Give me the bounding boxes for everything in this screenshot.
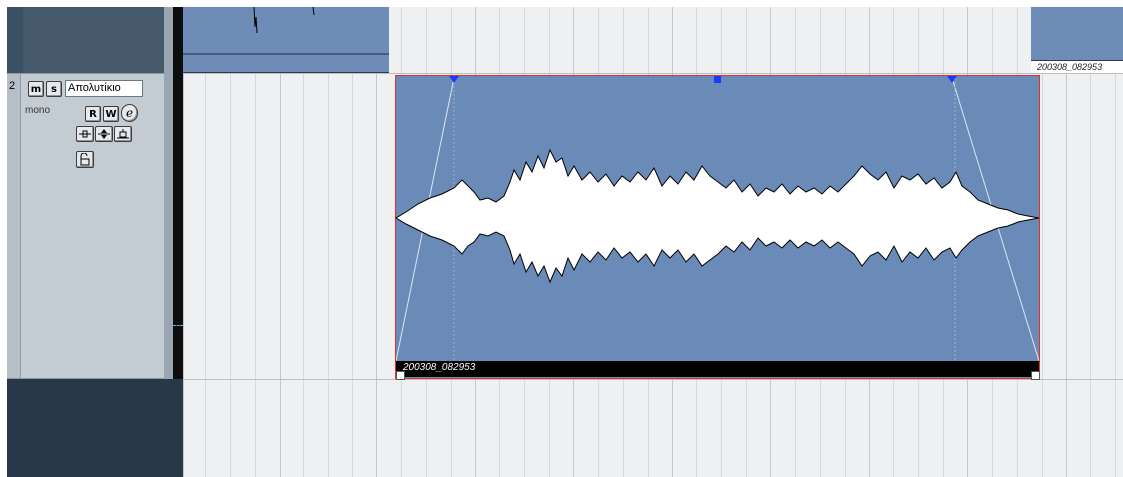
event-name-label: 200308_082953 xyxy=(1031,60,1123,73)
upper-track-audio-event-right[interactable]: 200308_082953 xyxy=(1031,7,1123,73)
read-automation-button[interactable]: R xyxy=(85,106,101,122)
track-list-divider[interactable] xyxy=(164,7,173,379)
upper-track-audio-event[interactable] xyxy=(183,7,389,73)
audio-waveform xyxy=(396,77,1039,361)
track-name-field[interactable]: Απολυτίκιο xyxy=(65,80,143,97)
lock-icon xyxy=(80,153,90,166)
lock-button[interactable] xyxy=(76,151,94,168)
empty-track-list-area xyxy=(7,379,183,477)
insert-button[interactable] xyxy=(114,126,132,142)
upper-event-waveform xyxy=(183,7,389,55)
track-list-upper-area xyxy=(7,7,164,73)
event-name-bar: 200308_082953 xyxy=(396,361,1039,377)
event-name-label: 200308_082953 xyxy=(403,362,476,373)
channel-mode-label: mono xyxy=(25,105,51,116)
resize-handle-left[interactable] xyxy=(396,371,405,380)
volume-handle[interactable] xyxy=(714,76,721,83)
fade-out-handle[interactable] xyxy=(947,76,957,84)
selected-audio-event[interactable]: 200308_082953 xyxy=(395,75,1040,380)
track-number-column xyxy=(7,74,21,378)
lower-divider-area xyxy=(164,379,183,477)
edit-channel-button[interactable]: e xyxy=(121,104,138,122)
input-icon xyxy=(98,129,110,139)
input-button[interactable] xyxy=(95,126,113,142)
mute-button[interactable]: m xyxy=(28,81,44,97)
monitor-icon xyxy=(79,130,91,138)
monitor-button[interactable] xyxy=(76,126,94,142)
track-level-meter xyxy=(173,7,183,379)
audio-track-header[interactable]: 2 m s Απολυτίκιο mono R W e xyxy=(7,73,164,379)
resize-handle-right[interactable] xyxy=(1031,371,1040,380)
track-number: 2 xyxy=(9,80,16,92)
solo-button[interactable]: s xyxy=(46,81,62,97)
insert-icon xyxy=(117,128,129,138)
fade-in-handle[interactable] xyxy=(449,76,459,84)
write-automation-button[interactable]: W xyxy=(103,106,119,122)
